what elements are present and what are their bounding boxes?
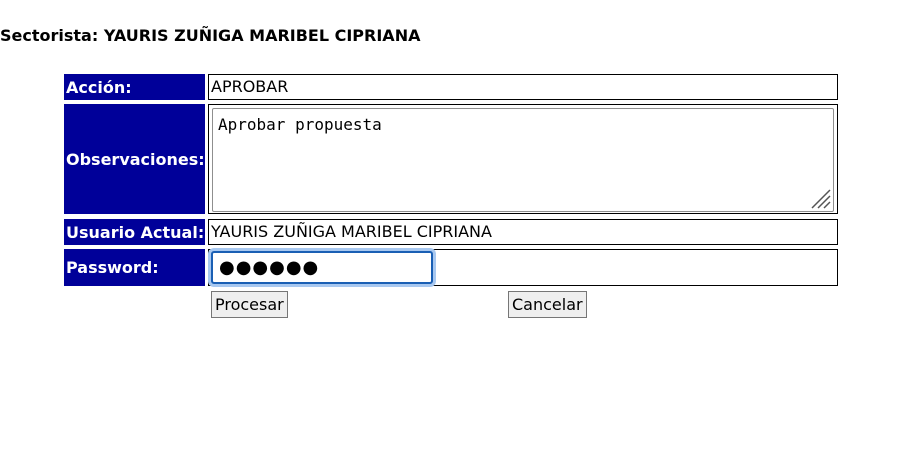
observaciones-label: Observaciones: [64,104,205,214]
password-masked-value: ●●●●●● [219,257,320,278]
resize-grip-icon[interactable] [809,187,831,209]
procesar-button[interactable]: Procesar [211,291,288,318]
password-cell: ●●●●●● [208,249,838,286]
accion-value: APROBAR [211,77,289,96]
cancelar-button[interactable]: Cancelar [508,291,587,318]
accion-label: Acción: [64,74,205,100]
page-title: Sectorista: YAURIS ZUÑIGA MARIBEL CIPRIA… [0,26,421,45]
observaciones-text: Aprobar propuesta [218,115,382,134]
usuario-value: YAURIS ZUÑIGA MARIBEL CIPRIANA [211,222,492,241]
usuario-label: Usuario Actual: [64,219,205,245]
accion-cell: APROBAR [208,74,838,100]
observaciones-textarea[interactable]: Aprobar propuesta [212,108,834,212]
observaciones-cell: Aprobar propuesta [208,104,838,214]
password-label: Password: [64,249,205,286]
usuario-cell: YAURIS ZUÑIGA MARIBEL CIPRIANA [208,219,838,245]
password-input[interactable]: ●●●●●● [211,251,433,284]
form-page: Sectorista: YAURIS ZUÑIGA MARIBEL CIPRIA… [0,0,901,451]
